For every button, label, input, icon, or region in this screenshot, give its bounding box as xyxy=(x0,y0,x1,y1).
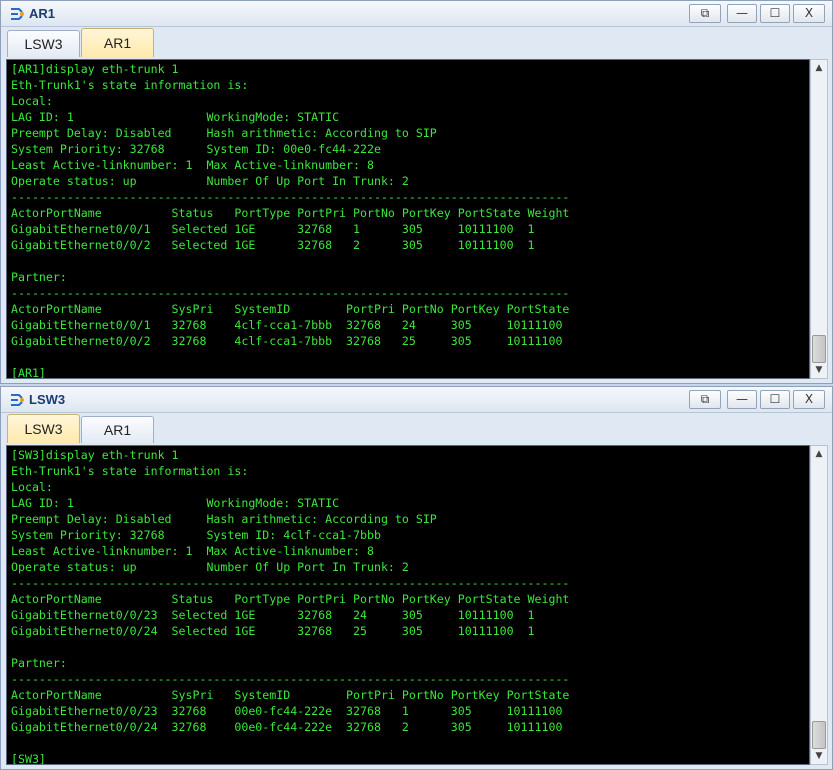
restore-button[interactable]: ⧉ xyxy=(689,390,721,409)
terminal-line: GigabitEthernet0/0/2 Selected 1GE 32768 … xyxy=(11,238,535,252)
terminal-line: ActorPortName Status PortType PortPri Po… xyxy=(11,206,570,220)
terminal-line: Local: xyxy=(11,480,53,494)
chevron-down-icon[interactable]: ▼ xyxy=(811,748,827,764)
terminal-line: Least Active-linknumber: 1 Max Active-li… xyxy=(11,544,374,558)
maximize-button[interactable]: ☐ xyxy=(760,4,790,23)
terminal-line: [AR1]display eth-trunk 1 xyxy=(11,62,179,76)
terminal-line: Preempt Delay: Disabled Hash arithmetic:… xyxy=(11,126,437,140)
scroll-thumb[interactable] xyxy=(812,335,826,363)
terminal-line: ActorPortName SysPri SystemID PortPri Po… xyxy=(11,688,570,702)
chevron-down-icon[interactable]: ▼ xyxy=(811,362,827,378)
title-bar[interactable]: LSW3 ⧉ — ☐ X xyxy=(1,387,832,413)
minimize-icon: — xyxy=(736,392,748,406)
terminal-line: LAG ID: 1 WorkingMode: STATIC xyxy=(11,496,340,510)
restore-button[interactable]: ⧉ xyxy=(689,4,721,23)
title-bar[interactable]: AR1 ⧉ — ☐ X xyxy=(1,1,832,27)
terminal-line: ActorPortName Status PortType PortPri Po… xyxy=(11,592,570,606)
maximize-icon: ☐ xyxy=(769,392,781,406)
terminal-line: Partner: xyxy=(11,656,67,670)
close-button[interactable]: X xyxy=(793,4,825,23)
terminal-line: [SW3]display eth-trunk 1 xyxy=(11,448,179,462)
terminal-line: Eth-Trunk1's state information is: xyxy=(11,464,249,478)
window-title: AR1 xyxy=(29,6,56,21)
minimize-icon: — xyxy=(736,6,748,20)
vertical-scrollbar[interactable]: ▲ ▼ xyxy=(810,445,828,765)
terminal-line: GigabitEthernet0/0/24 32768 00e0-fc44-22… xyxy=(11,720,563,734)
terminal-output[interactable]: [SW3]display eth-trunk 1 Eth-Trunk1's sta… xyxy=(6,445,810,765)
terminal-line: GigabitEthernet0/0/1 32768 4clf-cca1-7bb… xyxy=(11,318,563,332)
app-icon xyxy=(9,6,25,22)
tab-bar: LSW3 AR1 xyxy=(1,27,832,59)
chevron-up-icon[interactable]: ▲ xyxy=(811,446,827,462)
console-window-ar1: AR1 ⧉ — ☐ X LSW3 AR1 [AR1]display eth-tr… xyxy=(0,0,833,384)
terminal-line: Local: xyxy=(11,94,53,108)
maximize-icon: ☐ xyxy=(769,6,781,20)
maximize-button[interactable]: ☐ xyxy=(760,390,790,409)
tab-lsw3[interactable]: LSW3 xyxy=(7,30,80,57)
terminal-line: Partner: xyxy=(11,270,67,284)
terminal-text: [SW3]display eth-trunk 1 Eth-Trunk1's sta… xyxy=(11,447,570,765)
terminal-line: GigabitEthernet0/0/1 Selected 1GE 32768 … xyxy=(11,222,535,236)
restore-icon: ⧉ xyxy=(700,6,710,20)
terminal-line: GigabitEthernet0/0/24 Selected 1GE 32768… xyxy=(11,624,535,638)
terminal-line: ----------------------------------------… xyxy=(11,190,570,204)
minimize-button[interactable]: — xyxy=(727,4,757,23)
tab-ar1[interactable]: AR1 xyxy=(81,28,154,57)
window-title: LSW3 xyxy=(29,392,66,407)
close-button[interactable]: X xyxy=(793,390,825,409)
terminal-line: Least Active-linknumber: 1 Max Active-li… xyxy=(11,158,374,172)
tab-lsw3[interactable]: LSW3 xyxy=(7,414,80,443)
terminal-line: ----------------------------------------… xyxy=(11,286,570,300)
app-icon xyxy=(9,392,25,408)
terminal-line: System Priority: 32768 System ID: 00e0-f… xyxy=(11,142,381,156)
terminal-line: Operate status: up Number Of Up Port In … xyxy=(11,174,409,188)
close-icon: X xyxy=(804,392,814,406)
tab-bar: LSW3 AR1 xyxy=(1,413,832,445)
terminal-line: ----------------------------------------… xyxy=(11,576,570,590)
terminal-line: Preempt Delay: Disabled Hash arithmetic:… xyxy=(11,512,437,526)
minimize-button[interactable]: — xyxy=(727,390,757,409)
terminal-line: ----------------------------------------… xyxy=(11,672,570,686)
terminal-line: Operate status: up Number Of Up Port In … xyxy=(11,560,409,574)
vertical-scrollbar[interactable]: ▲ ▼ xyxy=(810,59,828,379)
terminal-line: [SW3] xyxy=(11,752,46,765)
close-icon: X xyxy=(804,6,814,20)
terminal-line: GigabitEthernet0/0/23 32768 00e0-fc44-22… xyxy=(11,704,563,718)
restore-icon: ⧉ xyxy=(700,392,710,406)
terminal-text: [AR1]display eth-trunk 1 Eth-Trunk1's sta… xyxy=(11,61,570,379)
terminal-line: [AR1] xyxy=(11,366,46,379)
terminal-output[interactable]: [AR1]display eth-trunk 1 Eth-Trunk1's sta… xyxy=(6,59,810,379)
terminal-line: System Priority: 32768 System ID: 4clf-c… xyxy=(11,528,381,542)
terminal-line: LAG ID: 1 WorkingMode: STATIC xyxy=(11,110,340,124)
tab-ar1[interactable]: AR1 xyxy=(81,416,154,443)
terminal-line: ActorPortName SysPri SystemID PortPri Po… xyxy=(11,302,570,316)
terminal-line: GigabitEthernet0/0/23 Selected 1GE 32768… xyxy=(11,608,535,622)
chevron-up-icon[interactable]: ▲ xyxy=(811,60,827,76)
terminal-line: GigabitEthernet0/0/2 32768 4clf-cca1-7bb… xyxy=(11,334,563,348)
terminal-line: Eth-Trunk1's state information is: xyxy=(11,78,249,92)
scroll-thumb[interactable] xyxy=(812,721,826,749)
console-window-lsw3: LSW3 ⧉ — ☐ X LSW3 AR1 [SW3]display eth-t… xyxy=(0,386,833,770)
